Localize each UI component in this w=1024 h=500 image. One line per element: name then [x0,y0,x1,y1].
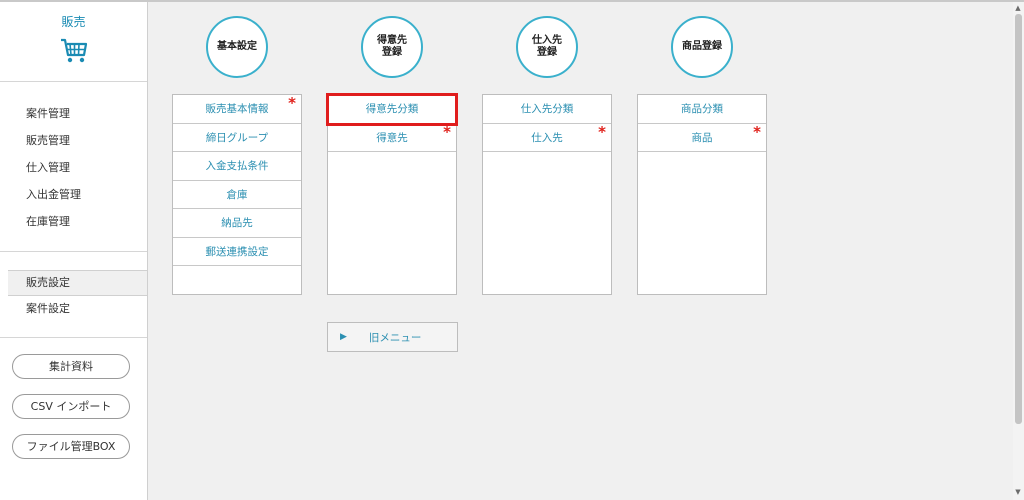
menu-item-label: 仕入先 [531,131,563,144]
csv-import-button[interactable]: CSV インポート [12,394,130,419]
sidebar-title: 販売 [61,15,86,29]
sidebar-item-sales-settings[interactable]: 販売設定 [8,270,147,296]
sidebar-header: 販売 [0,2,147,82]
menu-item-label: 締日グループ [205,131,269,144]
column-product-registration: 商品登録 商品分類 商品 * [637,16,767,295]
column-title-customer-registration: 得意先 登録 [361,16,423,78]
menu-item-label: 郵送連携設定 [205,245,269,258]
sidebar-item-project-settings[interactable]: 案件設定 [0,299,147,326]
column-title-supplier-registration: 仕入先 登録 [516,16,578,78]
play-triangle-icon: ▶ [340,332,347,342]
old-menu-button[interactable]: ▶ 旧メニュー [327,322,458,352]
menu-item-product-category[interactable]: 商品分類 [638,95,766,124]
menu-item-label: 倉庫 [226,188,248,201]
menu-item-label: 商品 [691,131,713,144]
required-mark: * [753,122,761,141]
sidebar-item-purchase-management[interactable]: 仕入管理 [0,158,147,185]
column-basic-settings: 基本設定 販売基本情報 * 締日グループ 入金支払条件 倉庫 納品先 郵送連携設… [172,16,302,295]
column-supplier-registration: 仕入先 登録 仕入先分類 仕入先 * [482,16,612,295]
menu-item-label: 得意先分類 [365,103,419,116]
column-title-product-registration: 商品登録 [671,16,733,78]
file-box-button[interactable]: ファイル管理BOX [12,434,130,459]
summary-report-button[interactable]: 集計資料 [12,354,130,379]
old-menu-label: 旧メニュー [368,331,422,344]
product-registration-list: 商品分類 商品 * [637,94,767,295]
menu-item-product[interactable]: 商品 * [638,122,766,152]
customer-registration-list: 得意先分類 得意先 * [326,93,458,295]
menu-item-label: 商品分類 [681,103,723,116]
top-border [0,0,1024,2]
menu-item-closing-group[interactable]: 締日グループ [173,124,301,152]
required-mark: * [443,122,451,141]
menu-item-label: 仕入先分類 [520,103,574,116]
basic-settings-list: 販売基本情報 * 締日グループ 入金支払条件 倉庫 納品先 郵送連携設定 [172,94,302,295]
menu-item-label: 入金支払条件 [205,160,269,173]
scroll-down-arrow-icon[interactable]: ▼ [1014,488,1022,496]
sidebar-buttons: 集計資料 CSV インポート ファイル管理BOX [0,338,147,459]
menu-item-customer[interactable]: 得意先 * [328,122,456,152]
sidebar-item-payment-management[interactable]: 入出金管理 [0,185,147,212]
column-customer-registration: 得意先 登録 得意先分類 得意先 * [326,16,458,295]
scrollbar-thumb[interactable] [1015,14,1022,424]
required-mark: * [288,94,296,112]
sidebar: 販売 案件管理 販売管理 仕入管理 入出金管理 在庫管理 販売設定 案件設定 集… [0,2,148,500]
sidebar-item-project-management[interactable]: 案件管理 [0,104,147,131]
shopping-cart-icon [60,38,87,63]
menu-item-supplier[interactable]: 仕入先 * [483,122,611,152]
menu-item-sales-basic-info[interactable]: 販売基本情報 * [173,95,301,124]
sidebar-menu-management: 案件管理 販売管理 仕入管理 入出金管理 在庫管理 [0,82,147,252]
supplier-registration-list: 仕入先分類 仕入先 * [482,94,612,295]
menu-item-label: 得意先 [376,131,408,144]
menu-item-supplier-category[interactable]: 仕入先分類 [483,95,611,124]
menu-item-delivery-destination[interactable]: 納品先 [173,209,301,238]
sidebar-item-sales-management[interactable]: 販売管理 [0,131,147,158]
column-title-basic-settings: 基本設定 [206,16,268,78]
required-mark: * [598,122,606,141]
menu-item-label: 販売基本情報 [205,103,269,116]
menu-item-warehouse[interactable]: 倉庫 [173,181,301,209]
sidebar-menu-settings: 販売設定 案件設定 [0,252,147,338]
menu-item-customer-category[interactable]: 得意先分類 [326,93,458,126]
menu-item-mail-integration[interactable]: 郵送連携設定 [173,238,301,266]
scroll-up-arrow-icon[interactable]: ▲ [1014,4,1022,12]
menu-item-payment-terms[interactable]: 入金支払条件 [173,152,301,181]
menu-item-label: 納品先 [221,217,253,230]
sidebar-item-inventory-management[interactable]: 在庫管理 [0,212,147,239]
